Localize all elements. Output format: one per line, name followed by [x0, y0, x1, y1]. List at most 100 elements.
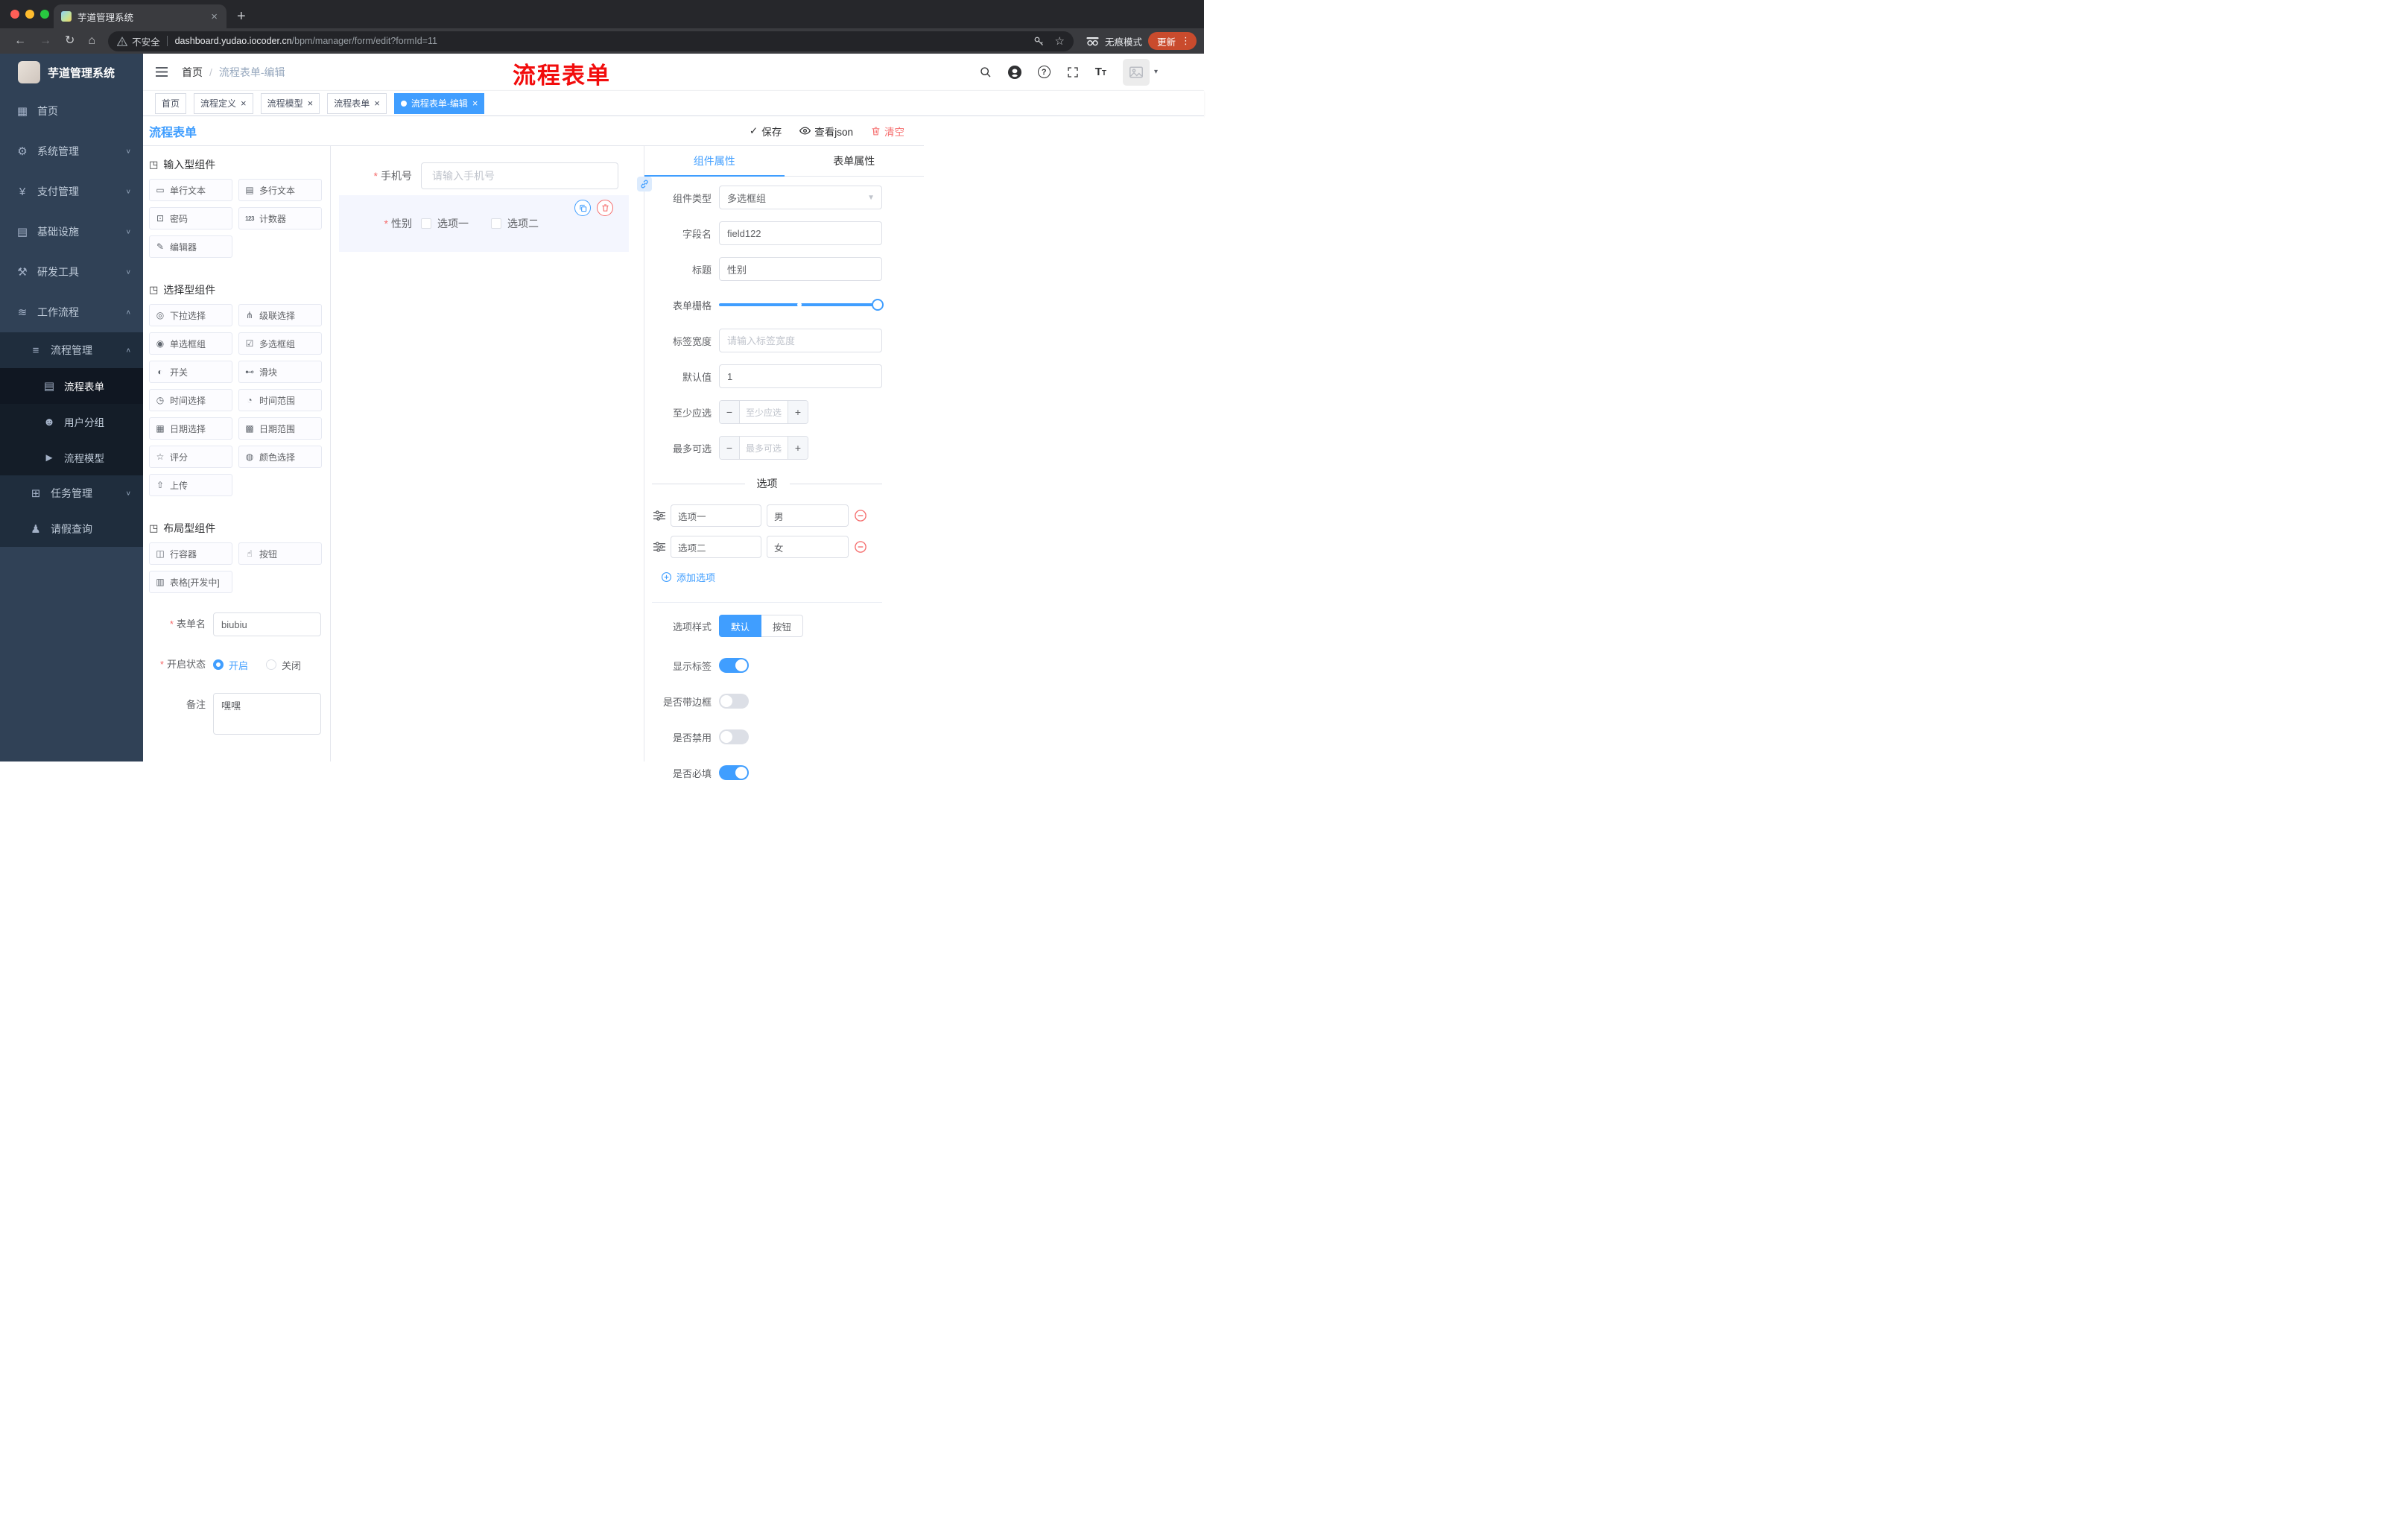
palette-item-button[interactable]: ☝ 按钮 — [238, 542, 322, 565]
status-on-radio[interactable]: 开启 — [213, 658, 248, 672]
remove-option-button[interactable] — [854, 509, 867, 522]
tab-component-props[interactable]: 组件属性 — [644, 146, 785, 177]
field-phone[interactable]: 手机号 — [352, 162, 618, 189]
tag-process-form[interactable]: 流程表单 × — [327, 92, 387, 114]
palette-item-single-line-text[interactable]: ▭ 单行文本 — [149, 179, 232, 201]
address-bar[interactable]: 不安全 dashboard.yudao.iocoder.cn /bpm/mana… — [108, 31, 1074, 51]
status-off-radio[interactable]: 关闭 — [266, 658, 301, 672]
add-option-button[interactable]: 添加选项 — [661, 570, 882, 584]
palette-item-slider[interactable]: ⊷ 滑块 — [238, 361, 322, 383]
breadcrumb-home[interactable]: 首页 — [182, 65, 203, 80]
sidebar-item-leave-query[interactable]: ♟ 请假查询 — [0, 511, 143, 547]
disabled-switch[interactable] — [719, 729, 749, 744]
browser-menu-icon[interactable]: ⋮ — [1181, 35, 1191, 47]
minus-button[interactable]: − — [720, 437, 740, 459]
field-name-input[interactable] — [719, 221, 882, 245]
back-icon[interactable]: ← — [14, 35, 26, 47]
font-size-icon[interactable]: TT — [1095, 66, 1106, 77]
grid-slider[interactable] — [719, 293, 884, 317]
help-icon[interactable]: ? — [1037, 66, 1051, 78]
user-menu[interactable]: ▾ — [1122, 58, 1158, 86]
sidebar-item-process-model[interactable]: ► 流程模型 — [0, 440, 143, 475]
sidebar-item-process-management[interactable]: ≡ 流程管理 ∧ — [0, 332, 143, 368]
update-button[interactable]: 更新 ⋮ — [1147, 32, 1197, 50]
tag-close-icon[interactable]: × — [374, 98, 380, 108]
show-label-switch[interactable] — [719, 658, 749, 673]
sidebar-item-dev-tools[interactable]: ⚒ 研发工具 ∨ — [0, 252, 143, 292]
tab-form-props[interactable]: 表单属性 — [785, 146, 925, 176]
palette-item-counter[interactable]: 123 计数器 — [238, 207, 322, 229]
max-select-value[interactable]: 最多可选 — [740, 437, 788, 459]
palette-item-date-picker[interactable]: ▦ 日期选择 — [149, 417, 232, 440]
sidebar-item-workflow[interactable]: ≋ 工作流程 ∧ — [0, 292, 143, 332]
tab-close-icon[interactable]: × — [209, 11, 219, 22]
field-gender[interactable]: 性别 选项一 选项二 — [352, 210, 603, 237]
minimize-window-button[interactable] — [25, 10, 34, 19]
palette-item-radio-group[interactable]: ◉ 单选框组 — [149, 332, 232, 355]
link-icon[interactable] — [637, 177, 652, 191]
style-button-button[interactable]: 按钮 — [761, 615, 804, 637]
tag-close-icon[interactable]: × — [241, 98, 247, 108]
sidebar-item-payment-management[interactable]: ¥ 支付管理 ∨ — [0, 171, 143, 212]
forward-icon[interactable]: → — [39, 35, 51, 47]
sidebar-item-task-management[interactable]: ⊞ 任务管理 ∨ — [0, 475, 143, 511]
clear-button[interactable]: 清空 — [871, 124, 904, 139]
palette-item-color-picker[interactable]: ◍ 颜色选择 — [238, 446, 322, 468]
browser-tab[interactable]: 芋道管理系统 × — [54, 4, 226, 28]
zoom-window-button[interactable] — [40, 10, 49, 19]
option-label-input[interactable] — [671, 536, 761, 558]
tag-process-model[interactable]: 流程模型 × — [260, 92, 320, 114]
default-value-input[interactable] — [719, 364, 882, 388]
palette-item-cascader[interactable]: ⋔ 级联选择 — [238, 304, 322, 326]
option-value-input[interactable] — [767, 536, 849, 558]
sidebar-item-home[interactable]: ▦ 首页 — [0, 91, 143, 131]
gender-option-1[interactable]: 选项一 — [421, 216, 469, 231]
password-key-icon[interactable] — [1033, 36, 1045, 47]
copy-field-button[interactable] — [574, 200, 591, 216]
delete-field-button[interactable] — [597, 200, 613, 216]
palette-item-switch[interactable]: ◐ 开关 — [149, 361, 232, 383]
view-json-button[interactable]: 查看json — [799, 124, 853, 139]
sidebar-item-infrastructure[interactable]: ▤ 基础设施 ∨ — [0, 212, 143, 252]
palette-item-editor[interactable]: ✎ 编辑器 — [149, 235, 232, 258]
palette-item-multi-line-text[interactable]: ▤ 多行文本 — [238, 179, 322, 201]
tag-process-form-edit[interactable]: 流程表单-编辑 × — [393, 92, 485, 114]
plus-button[interactable]: + — [788, 401, 808, 423]
tag-close-icon[interactable]: × — [472, 98, 478, 108]
tag-process-definition[interactable]: 流程定义 × — [194, 92, 253, 114]
palette-item-checkbox-group[interactable]: ☑ 多选框组 — [238, 332, 322, 355]
drag-handle-icon[interactable] — [653, 510, 665, 521]
form-remark-textarea[interactable]: 嘿嘿 — [213, 693, 321, 735]
home-icon[interactable]: ⌂ — [88, 35, 95, 47]
palette-item-password[interactable]: ⊡ 密码 — [149, 207, 232, 229]
drag-handle-icon[interactable] — [653, 542, 665, 552]
title-input[interactable] — [719, 257, 882, 281]
style-default-button[interactable]: 默认 — [719, 615, 762, 637]
github-icon[interactable] — [1007, 65, 1021, 79]
sidebar-item-system-management[interactable]: ⚙ 系统管理 ∨ — [0, 131, 143, 171]
palette-item-time-picker[interactable]: ◷ 时间选择 — [149, 389, 232, 411]
required-switch[interactable] — [719, 765, 749, 780]
label-width-input[interactable] — [719, 329, 882, 352]
option-value-input[interactable] — [767, 504, 849, 527]
hamburger-icon[interactable] — [155, 66, 168, 77]
sidebar-item-user-group[interactable]: ☻ 用户分组 — [0, 404, 143, 440]
palette-item-upload[interactable]: ⇧ 上传 — [149, 474, 232, 496]
slider-handle[interactable] — [872, 299, 884, 311]
close-window-button[interactable] — [10, 10, 19, 19]
palette-item-table[interactable]: ▥ 表格[开发中] — [149, 571, 232, 593]
palette-item-select[interactable]: ◎ 下拉选择 — [149, 304, 232, 326]
palette-item-row-container[interactable]: ◫ 行容器 — [149, 542, 232, 565]
tag-home[interactable]: 首页 — [155, 92, 187, 114]
bookmark-star-icon[interactable]: ☆ — [1055, 34, 1065, 48]
save-button[interactable]: ✓ 保存 — [750, 124, 782, 139]
remove-option-button[interactable] — [854, 540, 867, 554]
form-name-input[interactable] — [213, 612, 321, 636]
fullscreen-icon[interactable] — [1067, 66, 1079, 78]
option-label-input[interactable] — [671, 504, 761, 527]
plus-button[interactable]: + — [788, 437, 808, 459]
gender-option-2[interactable]: 选项二 — [491, 216, 539, 231]
design-canvas[interactable]: 手机号 性别 — [331, 146, 644, 762]
border-switch[interactable] — [719, 694, 749, 709]
phone-input[interactable] — [421, 162, 618, 189]
